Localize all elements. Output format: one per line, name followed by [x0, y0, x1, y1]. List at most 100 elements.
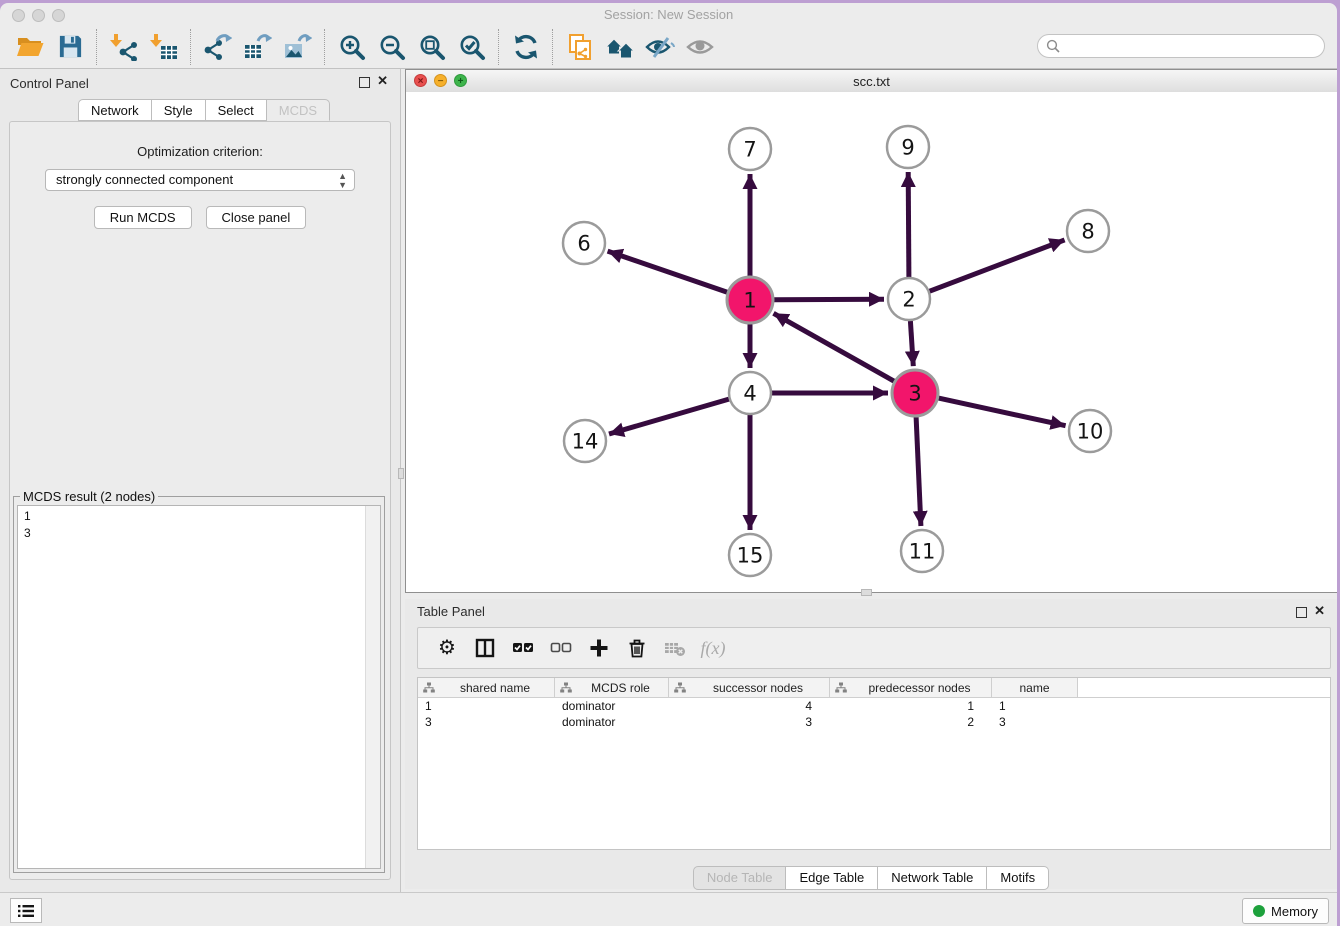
mcds-result-list[interactable]: 13	[17, 505, 381, 869]
graph-edge-1-6[interactable]	[608, 251, 728, 292]
first-neighbors-button[interactable]	[600, 29, 640, 65]
graph-node-4[interactable]: 4	[729, 372, 771, 414]
unchecked-boxes-icon	[549, 637, 573, 659]
result-scrollbar[interactable]	[365, 506, 380, 868]
import-network-button[interactable]	[104, 29, 144, 65]
close-panel-icon[interactable]: ✕	[377, 74, 388, 88]
graph-node-7[interactable]: 7	[729, 128, 771, 170]
graph-edge-2-3[interactable]	[910, 321, 913, 366]
splitter-handle[interactable]	[398, 468, 404, 479]
tab-mcds[interactable]: MCDS	[267, 99, 330, 121]
export-image-button[interactable]	[278, 29, 318, 65]
open-folder-icon	[16, 33, 44, 61]
hide-selected-button[interactable]	[640, 29, 680, 65]
table-cell: 1	[418, 699, 555, 713]
memory-button[interactable]: Memory	[1242, 898, 1329, 924]
float-panel-icon[interactable]	[359, 77, 370, 88]
create-column-button[interactable]	[580, 632, 618, 664]
column-header-successor-nodes[interactable]: successor nodes	[669, 678, 830, 697]
clone-network-button[interactable]	[560, 29, 600, 65]
delete-table-button[interactable]	[656, 632, 694, 664]
svg-text:14: 14	[572, 430, 599, 454]
table-cell: 1	[830, 699, 992, 713]
graph-node-11[interactable]: 11	[901, 530, 943, 572]
column-header-mcds-role[interactable]: MCDS role	[555, 678, 669, 697]
graph-edge-3-11[interactable]	[916, 417, 921, 526]
graph-edge-2-8[interactable]	[930, 240, 1065, 291]
tab-network[interactable]: Network	[78, 99, 152, 121]
zoom-out-button[interactable]	[372, 29, 412, 65]
save-session-button[interactable]	[50, 29, 90, 65]
control-panel-tabs: NetworkStyleSelectMCDS	[78, 99, 330, 121]
zoom-selected-button[interactable]	[452, 29, 492, 65]
import-table-icon	[150, 33, 178, 61]
close-panel-icon[interactable]: ✕	[1314, 604, 1325, 618]
splitter-handle[interactable]	[861, 589, 872, 596]
attribute-type-icon	[560, 682, 572, 693]
run-mcds-button[interactable]: Run MCDS	[94, 206, 192, 229]
tab-motifs[interactable]: Motifs	[987, 866, 1049, 890]
tab-network-table[interactable]: Network Table	[878, 866, 987, 890]
columns-icon	[474, 637, 496, 659]
export-table-button[interactable]	[238, 29, 278, 65]
search-input[interactable]	[1060, 36, 1324, 56]
optimization-criterion-select[interactable]: strongly connected component ▲▼	[45, 169, 355, 191]
close-panel-button[interactable]: Close panel	[206, 206, 307, 229]
zoom-fit-button[interactable]	[412, 29, 452, 65]
graph-edge-4-14[interactable]	[609, 399, 729, 434]
gear-icon: ⚙	[438, 638, 456, 658]
select-all-columns-button[interactable]	[504, 632, 542, 664]
graph-edge-3-10[interactable]	[939, 398, 1066, 426]
open-session-button[interactable]	[10, 29, 50, 65]
graph-node-1[interactable]: 1	[727, 277, 773, 323]
import-table-button[interactable]	[144, 29, 184, 65]
graph-edge-2-9[interactable]	[908, 172, 909, 277]
graph-svg[interactable]: 1 2 3 4 6 7 8 9 10 11 14 15	[406, 92, 1337, 593]
tab-select[interactable]: Select	[206, 99, 267, 121]
network-window-title: scc.txt	[406, 74, 1337, 89]
memory-label: Memory	[1271, 904, 1318, 919]
delete-table-icon	[663, 637, 687, 659]
show-columns-button[interactable]	[466, 632, 504, 664]
export-network-button[interactable]	[198, 29, 238, 65]
delete-column-button[interactable]	[618, 632, 656, 664]
graph-node-15[interactable]: 15	[729, 534, 771, 576]
graph-node-9[interactable]: 9	[887, 126, 929, 168]
zoom-in-icon	[338, 33, 366, 61]
table-cell: 1	[992, 699, 1078, 713]
column-header-shared-name[interactable]: shared name	[418, 678, 555, 697]
attribute-type-icon	[835, 682, 847, 693]
graph-node-3[interactable]: 3	[892, 370, 938, 416]
task-history-button[interactable]	[10, 898, 42, 923]
unselect-all-columns-button[interactable]	[542, 632, 580, 664]
table-row[interactable]: 3dominator323	[418, 714, 1330, 730]
graph-edge-3-1[interactable]	[774, 313, 895, 381]
refresh-button[interactable]	[506, 29, 546, 65]
clone-network-icon	[566, 33, 594, 61]
function-builder-button[interactable]: f(x)	[694, 632, 732, 664]
float-panel-icon[interactable]	[1296, 607, 1307, 618]
tab-style[interactable]: Style	[152, 99, 206, 121]
graph-node-2[interactable]: 2	[888, 278, 930, 320]
tab-edge-table[interactable]: Edge Table	[786, 866, 878, 890]
svg-text:2: 2	[902, 288, 915, 312]
table-options-button[interactable]: ⚙	[428, 632, 466, 664]
save-floppy-icon	[57, 33, 84, 60]
tab-node-table[interactable]: Node Table	[693, 866, 787, 890]
table-toolbar: ⚙	[417, 627, 1331, 669]
network-canvas[interactable]: 1 2 3 4 6 7 8 9 10 11 14 15	[406, 92, 1337, 592]
column-header-name[interactable]: name	[992, 678, 1078, 697]
houses-icon	[605, 33, 635, 61]
graph-node-14[interactable]: 14	[564, 420, 606, 462]
graph-edge-1-2[interactable]	[774, 299, 884, 300]
graph-node-6[interactable]: 6	[563, 222, 605, 264]
show-all-button[interactable]	[680, 29, 720, 65]
column-header-predecessor-nodes[interactable]: predecessor nodes	[830, 678, 992, 697]
graph-node-8[interactable]: 8	[1067, 210, 1109, 252]
select-chevrons-icon: ▲▼	[338, 172, 347, 190]
table-panel: Table Panel ✕ ⚙	[405, 599, 1337, 889]
graph-node-10[interactable]: 10	[1069, 410, 1111, 452]
memory-status-dot	[1253, 905, 1265, 917]
table-row[interactable]: 1dominator411	[418, 698, 1330, 714]
zoom-in-button[interactable]	[332, 29, 372, 65]
